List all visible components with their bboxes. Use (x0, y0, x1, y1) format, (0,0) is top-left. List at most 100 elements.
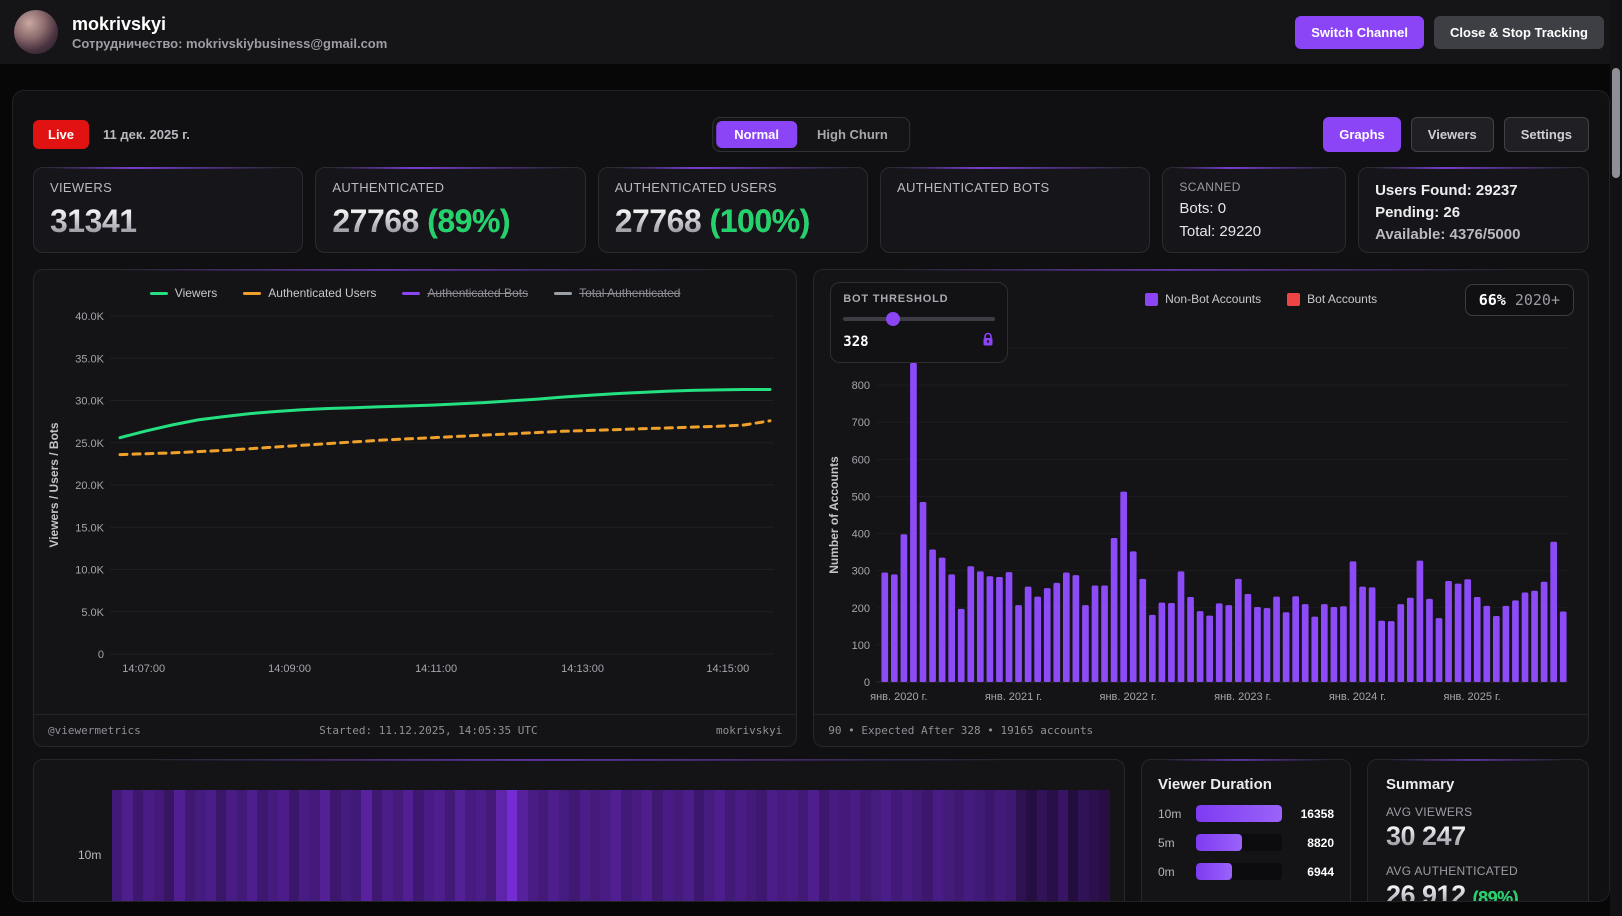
switch-channel-button[interactable]: Switch Channel (1295, 15, 1425, 49)
channel-meta: mokrivskyi Сотрудничество: mokrivskiybus… (72, 13, 387, 51)
account-bar (1493, 615, 1500, 682)
badge-suffix: 2020+ (1505, 291, 1560, 309)
svg-text:янв. 2023 г.: янв. 2023 г. (1214, 691, 1271, 703)
viewers-card: VIEWERS 31341 (33, 167, 304, 253)
avatar[interactable] (14, 10, 58, 54)
page-scrollbar[interactable] (1610, 0, 1622, 916)
heatmap-stripe (309, 790, 320, 901)
legend-item-non-bot-accounts[interactable]: Non-Bot Accounts (1145, 292, 1261, 306)
heatmap-stripe (226, 790, 237, 901)
account-bar (1139, 578, 1147, 682)
heatmap-stripe (756, 790, 767, 901)
scrollbar-thumb[interactable] (1612, 68, 1620, 178)
account-bar (1550, 541, 1558, 682)
heatmap-stripe (693, 790, 705, 901)
line-chart-legend: Viewers Authenticated Users Authenticated … (34, 286, 796, 300)
heatmap-stripe (392, 790, 403, 901)
bottom-row: 10m Viewer Duration 10m 16358 5m 8820 0m 6944… (33, 759, 1589, 901)
top-header: mokrivskyi Сотрудничество: mokrivskiybus… (0, 0, 1622, 64)
authenticated-pct: (89%) (427, 203, 511, 239)
duration-value: 16358 (1300, 806, 1334, 821)
threshold-value-row: 328 (843, 332, 995, 352)
svg-text:0: 0 (864, 677, 870, 689)
svg-text:200: 200 (852, 603, 870, 615)
header-actions: Switch Channel Close & Stop Tracking (1295, 15, 1604, 49)
heatmap-stripe (423, 790, 435, 901)
tab-settings[interactable]: Settings (1503, 116, 1589, 152)
legend-label: Authenticated Bots (427, 286, 529, 300)
heatmap-stripe (683, 790, 694, 901)
account-bar (1311, 616, 1319, 682)
account-bar (1302, 604, 1309, 682)
account-bar (1426, 598, 1434, 682)
duration-row-10m: 10m 16358 (1158, 805, 1334, 822)
account-bar (1378, 620, 1386, 682)
legend-item-bot-accounts[interactable]: Bot Accounts (1287, 292, 1377, 306)
heatmap-stripe (257, 790, 268, 901)
heatmap-stripe (818, 790, 829, 901)
mode-normal-button[interactable]: Normal (716, 121, 798, 148)
legend-item-authenticated-users[interactable]: Authenticated Users (243, 286, 376, 300)
svg-text:Viewers / Users / Bots: Viewers / Users / Bots (47, 422, 61, 548)
bot-threshold-slider[interactable] (843, 312, 996, 326)
authenticated-card-label: AUTHENTICATED (332, 180, 445, 195)
legend-swatch (554, 291, 573, 295)
heatmap-stripe (330, 790, 341, 901)
account-bar (1063, 572, 1070, 682)
tab-graphs[interactable]: Graphs (1323, 116, 1401, 152)
slider-thumb[interactable] (886, 312, 901, 326)
duration-bar-fill (1196, 834, 1243, 851)
legend-item-viewers[interactable]: Viewers (149, 286, 217, 300)
heatmap-stripe (132, 790, 144, 901)
account-bar (977, 571, 984, 682)
legend-item-authenticated-bots[interactable]: Authenticated Bots (402, 286, 528, 300)
bar-chart-svg: 0100200300400500600700800900Number of Ac… (827, 343, 1569, 703)
account-bar (929, 549, 937, 682)
scanned-bots-line: Bots: 0 (1179, 200, 1227, 217)
app-window: mokrivskyi Сотрудничество: mokrivskiybus… (0, 0, 1622, 916)
account-bar (1072, 575, 1080, 682)
heatmap-stripe (787, 790, 798, 901)
heatmap-stripe (319, 790, 331, 901)
account-bar (1254, 607, 1262, 682)
heatmap-stripe (735, 790, 746, 901)
heatmap-stripe (340, 790, 351, 901)
heatmap-stripe (662, 790, 674, 901)
authenticated-users-count: 27768 (614, 203, 710, 239)
close-stop-tracking-button[interactable]: Close & Stop Tracking (1434, 15, 1604, 49)
legend-label: Non-Bot Accounts (1165, 292, 1262, 306)
account-bar (1560, 611, 1567, 682)
heatmap-stripe (486, 790, 497, 901)
account-bar (1034, 596, 1042, 682)
lock-icon[interactable] (981, 332, 995, 352)
account-bar (1340, 606, 1348, 682)
legend-swatch (243, 291, 262, 295)
svg-text:янв. 2025 г.: янв. 2025 г. (1444, 691, 1501, 703)
legend-item-total-authenticated[interactable]: Total Authenticated (554, 286, 680, 300)
heatmap-stripe (444, 790, 455, 901)
live-badge: Live (33, 119, 90, 149)
account-bar (1359, 586, 1367, 682)
authenticated-users-card-value: 27768 (100%) (615, 203, 851, 240)
series-authenticated-users (118, 419, 772, 457)
mode-high-churn-button[interactable]: High Churn (799, 121, 906, 148)
heatmap-stripe (589, 790, 601, 901)
svg-text:14:11:00: 14:11:00 (415, 663, 457, 675)
svg-text:500: 500 (852, 491, 870, 503)
avg-authenticated-value: 26 912 (89%) (1386, 880, 1570, 901)
account-bar (1455, 583, 1462, 682)
heatmap-stripe (153, 790, 164, 901)
viewers-line-chart: 0 5.0K 10.0K 15.0K 20.0K 25.0K 30.0K 35.0K 40.0K… (44, 308, 784, 680)
legend-swatch (1145, 292, 1159, 306)
tab-viewers[interactable]: Viewers (1410, 116, 1494, 152)
account-bar (1474, 597, 1481, 682)
heatmap-stripe (361, 790, 372, 901)
heatmap-stripe (714, 790, 726, 901)
footer-channel-name: mokrivskyi (716, 724, 783, 737)
duration-bar-track (1196, 834, 1282, 851)
slider-track[interactable] (843, 317, 996, 321)
account-bar (1321, 604, 1328, 682)
account-bar (910, 362, 918, 682)
account-bar (1235, 578, 1242, 682)
duration-label: 5m (1158, 835, 1175, 850)
